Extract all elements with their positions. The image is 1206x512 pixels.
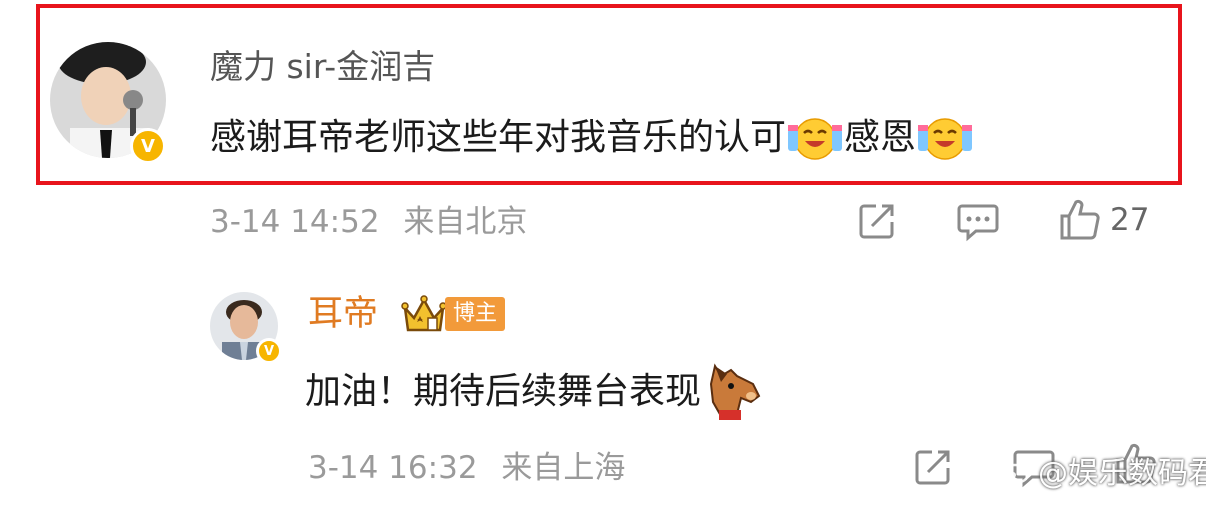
comment-text-main: 感谢耳帝老师这些年对我音乐的认可: [210, 117, 787, 158]
comment-icon: [957, 204, 999, 242]
reply-author-name[interactable]: 耳帝: [308, 290, 378, 338]
reply-text: 加油！期待后续舞台表现: [305, 362, 765, 422]
blogger-badge: 博主: [401, 290, 506, 338]
comment-text: 感谢耳帝老师这些年对我音乐的认可 感恩: [210, 113, 974, 163]
comment-button[interactable]: [956, 200, 1000, 242]
verified-badge: V: [256, 338, 282, 364]
reply-meta: 3-14 16:32 来自上海: [308, 448, 625, 488]
reply-date: 3-14 16:32: [308, 450, 478, 486]
commenter-name[interactable]: 魔力 sir-金润吉: [210, 44, 435, 90]
comment-location: 来自北京: [403, 204, 528, 240]
like-button[interactable]: 27: [1058, 198, 1149, 242]
like-count: 27: [1110, 202, 1150, 238]
reply-location: 来自上海: [501, 450, 626, 486]
blogger-badge-label: 博主: [445, 297, 506, 331]
watermark: @娱乐数码君: [1000, 448, 1206, 492]
weibo-logo-icon: [1000, 457, 1033, 485]
crying-laugh-emoji: [918, 118, 973, 160]
horse-emoji: [710, 363, 761, 420]
watermark-text: @娱乐数码君: [1038, 456, 1206, 491]
comment-date: 3-14 14:52: [210, 204, 380, 240]
crown-badge-icon: [401, 295, 447, 332]
share-icon: [859, 204, 894, 239]
verified-badge: V: [130, 128, 166, 164]
share-button[interactable]: [856, 200, 898, 242]
comment-text-suffix: 感恩: [844, 117, 917, 158]
share-icon: [915, 450, 950, 485]
comment-meta: 3-14 14:52 来自北京: [210, 202, 527, 242]
like-icon: [1060, 199, 1100, 240]
crying-laugh-emoji: [788, 118, 843, 160]
reply-share-button[interactable]: [912, 446, 954, 488]
reply-text-main: 加油！期待后续舞台表现: [305, 371, 702, 412]
